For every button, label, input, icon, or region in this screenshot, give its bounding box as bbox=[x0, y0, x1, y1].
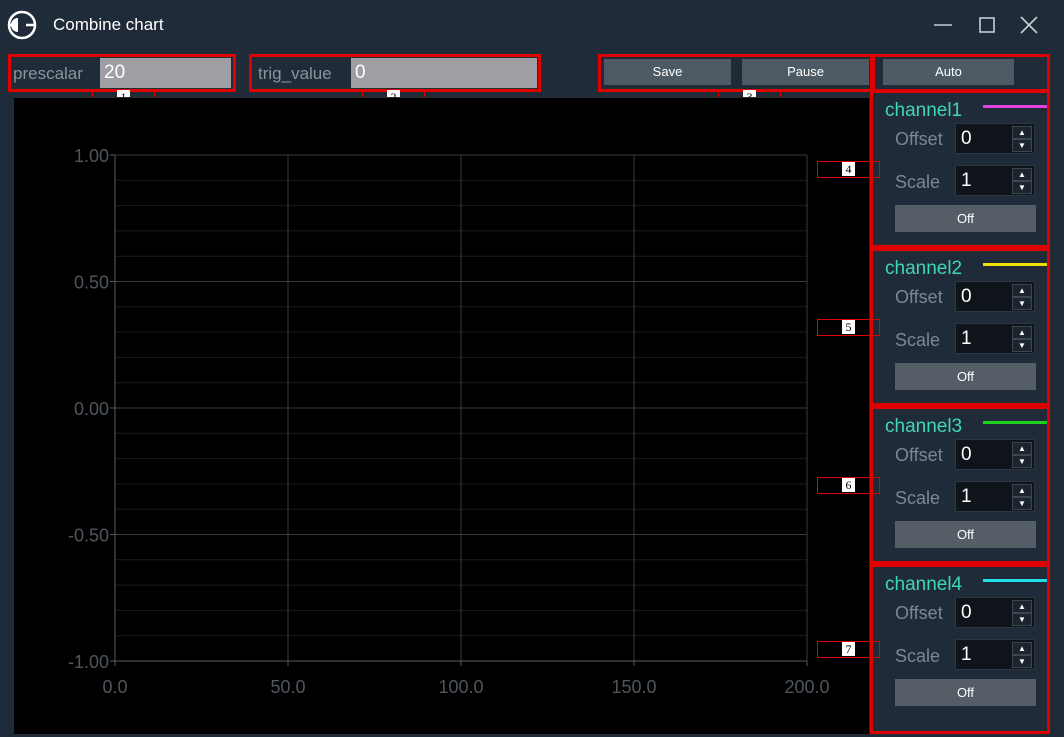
scale-spinbox[interactable]: 1 ▲ ▼ bbox=[955, 323, 1035, 354]
minimize-icon[interactable] bbox=[930, 12, 956, 38]
spin-up-icon[interactable]: ▲ bbox=[1012, 442, 1032, 455]
scale-label: Scale bbox=[895, 646, 941, 666]
y-tick-label: 0.50 bbox=[74, 273, 109, 293]
spin-down-icon[interactable]: ▼ bbox=[1012, 497, 1032, 510]
spin-down-icon[interactable]: ▼ bbox=[1012, 181, 1032, 194]
channel-name: channel3 bbox=[885, 416, 963, 437]
trig-value-label: trig_value bbox=[258, 64, 332, 83]
channel-color-swatch bbox=[983, 263, 1047, 266]
channel-toggle-button[interactable]: Off bbox=[895, 679, 1036, 706]
y-tick-label: -0.50 bbox=[68, 526, 109, 546]
offset-value: 0 bbox=[961, 286, 972, 307]
scale-spinbox[interactable]: 1 ▲ ▼ bbox=[955, 481, 1035, 512]
x-tick-label: 0.0 bbox=[102, 677, 127, 697]
offset-label: Offset bbox=[895, 287, 943, 307]
channel-color-swatch bbox=[983, 579, 1047, 582]
spin-down-icon[interactable]: ▼ bbox=[1012, 655, 1032, 668]
scale-spinbox[interactable]: 1 ▲ ▼ bbox=[955, 639, 1035, 670]
offset-value: 0 bbox=[961, 444, 972, 465]
channel-name: channel1 bbox=[885, 100, 963, 121]
offset-label: Offset bbox=[895, 603, 943, 623]
y-tick-label: -1.00 bbox=[68, 652, 109, 672]
spin-down-icon[interactable]: ▼ bbox=[1012, 139, 1032, 152]
scale-label: Scale bbox=[895, 488, 941, 508]
spin-up-icon[interactable]: ▲ bbox=[1012, 600, 1032, 613]
scale-label: Scale bbox=[895, 330, 941, 350]
spin-down-icon[interactable]: ▼ bbox=[1012, 455, 1032, 468]
x-tick-label: 50.0 bbox=[270, 677, 305, 697]
app-logo-icon bbox=[6, 9, 38, 41]
spin-down-icon[interactable]: ▼ bbox=[1012, 297, 1032, 310]
title-bar: Combine chart bbox=[0, 0, 1064, 50]
channel-toggle-button[interactable]: Off bbox=[895, 205, 1036, 232]
pause-button[interactable]: Pause bbox=[742, 59, 869, 85]
offset-label: Offset bbox=[895, 445, 943, 465]
y-tick-label: 1.00 bbox=[74, 146, 109, 166]
channel-name: channel4 bbox=[885, 574, 963, 595]
spin-up-icon[interactable]: ▲ bbox=[1012, 126, 1032, 139]
channel-name: channel2 bbox=[885, 258, 963, 279]
prescalar-label: prescalar bbox=[13, 64, 83, 83]
x-tick-label: 200.0 bbox=[784, 677, 829, 697]
annotation-number: 6 bbox=[842, 478, 855, 492]
line-chart: 0.0 50.0 100.0 150.0 200.0 1.00 0.50 0.00 -0.50 -… bbox=[68, 146, 830, 697]
x-tick-label: 150.0 bbox=[611, 677, 656, 697]
offset-spinbox[interactable]: 0 ▲ ▼ bbox=[955, 281, 1035, 312]
close-icon[interactable] bbox=[1016, 12, 1042, 38]
spin-down-icon[interactable]: ▼ bbox=[1012, 339, 1032, 352]
channel-toggle-button[interactable]: Off bbox=[895, 521, 1036, 548]
save-button[interactable]: Save bbox=[604, 59, 731, 85]
x-tick-label: 100.0 bbox=[438, 677, 483, 697]
annotation-number: 5 bbox=[842, 320, 855, 334]
annotation-number: 7 bbox=[842, 642, 855, 656]
scale-value: 1 bbox=[961, 644, 972, 665]
y-tick-label: 0.00 bbox=[74, 399, 109, 419]
channel-toggle-button[interactable]: Off bbox=[895, 363, 1036, 390]
offset-spinbox[interactable]: 0 ▲ ▼ bbox=[955, 439, 1035, 470]
offset-spinbox[interactable]: 0 ▲ ▼ bbox=[955, 597, 1035, 628]
annotation-number: 4 bbox=[842, 162, 855, 176]
offset-value: 0 bbox=[961, 602, 972, 623]
offset-label: Offset bbox=[895, 129, 943, 149]
spin-up-icon[interactable]: ▲ bbox=[1012, 484, 1032, 497]
prescalar-input[interactable]: 20 bbox=[100, 58, 231, 88]
channel-color-swatch bbox=[983, 105, 1047, 108]
chart-area[interactable]: 0.0 50.0 100.0 150.0 200.0 1.00 0.50 0.00 -0.50 -… bbox=[13, 97, 870, 735]
spin-up-icon[interactable]: ▲ bbox=[1012, 642, 1032, 655]
offset-value: 0 bbox=[961, 128, 972, 149]
auto-button[interactable]: Auto bbox=[883, 59, 1014, 85]
trig-value-input[interactable]: 0 bbox=[351, 58, 537, 88]
window-title: Combine chart bbox=[53, 15, 164, 34]
scale-label: Scale bbox=[895, 172, 941, 192]
spin-down-icon[interactable]: ▼ bbox=[1012, 613, 1032, 626]
scale-value: 1 bbox=[961, 486, 972, 507]
offset-spinbox[interactable]: 0 ▲ ▼ bbox=[955, 123, 1035, 154]
scale-value: 1 bbox=[961, 170, 972, 191]
channel-color-swatch bbox=[983, 421, 1047, 424]
maximize-icon[interactable] bbox=[974, 12, 1000, 38]
scale-value: 1 bbox=[961, 328, 972, 349]
scale-spinbox[interactable]: 1 ▲ ▼ bbox=[955, 165, 1035, 196]
spin-up-icon[interactable]: ▲ bbox=[1012, 284, 1032, 297]
spin-up-icon[interactable]: ▲ bbox=[1012, 168, 1032, 181]
spin-up-icon[interactable]: ▲ bbox=[1012, 326, 1032, 339]
